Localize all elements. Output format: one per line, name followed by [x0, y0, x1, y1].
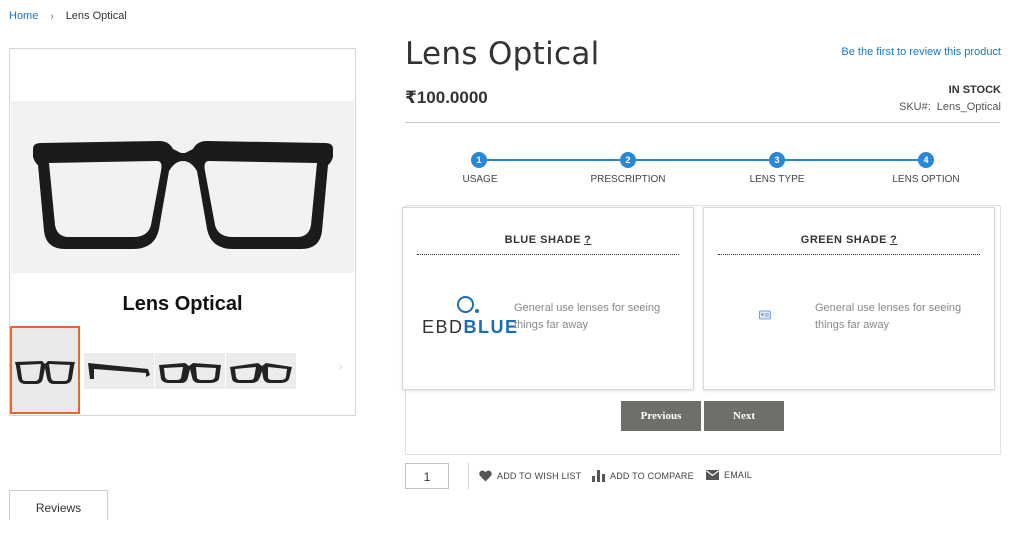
option-divider	[718, 254, 980, 255]
option-card-blue-shade[interactable]: BLUE SHADE? EBDBLUE General use lenses f…	[402, 207, 694, 390]
thumbnail-4[interactable]	[226, 353, 296, 389]
thumbnail-next-arrow[interactable]: ›	[338, 358, 343, 374]
option-card-green-shade[interactable]: GREEN SHADE? General use lenses for seei…	[703, 207, 995, 390]
option-description: General use lenses for seeing things far…	[514, 302, 661, 331]
glasses-angle-thumb-image	[159, 363, 221, 383]
product-price: ₹100.0000	[405, 88, 488, 107]
ebdblue-logo: EBDBLUE	[422, 295, 517, 340]
stock-status: IN STOCK	[948, 84, 1001, 96]
actions-divider	[468, 463, 469, 489]
compare-label: ADD TO COMPARE	[610, 471, 694, 481]
logo-dot	[475, 309, 479, 313]
step-3-dot[interactable]: 3	[769, 152, 785, 168]
option-title: GREEN SHADE?	[704, 234, 994, 246]
breadcrumb-separator: ›	[50, 10, 54, 22]
wishlist-label: ADD TO WISH LIST	[497, 471, 582, 481]
add-to-compare-link[interactable]: ADD TO COMPARE	[592, 470, 694, 482]
thumbnail-1[interactable]	[10, 326, 80, 414]
id-card-icon	[759, 310, 771, 320]
bar-chart-icon	[592, 470, 605, 482]
option-divider	[417, 254, 679, 255]
help-link[interactable]: ?	[584, 234, 591, 246]
sku: SKU#: Lens_Optical	[899, 101, 1001, 113]
step-4-label: LENS OPTION	[892, 174, 960, 185]
step-3-label: LENS TYPE	[749, 174, 805, 185]
review-link[interactable]: Be the first to review this product	[841, 46, 1001, 58]
breadcrumb-home-link[interactable]: Home	[9, 10, 38, 22]
glasses-front-thumb-image	[15, 361, 75, 384]
sku-label: SKU#:	[898, 101, 931, 113]
step-2-dot[interactable]: 2	[620, 152, 636, 168]
option-title-text: GREEN SHADE	[800, 234, 887, 246]
email-link[interactable]: EMAIL	[706, 470, 752, 480]
email-label: EMAIL	[724, 470, 753, 480]
glasses-side-thumb-image	[88, 363, 150, 379]
heart-icon	[479, 470, 492, 482]
thumbnail-2[interactable]	[84, 353, 154, 389]
step-4-dot[interactable]: 4	[918, 152, 934, 168]
breadcrumb: Home › Lens Optical	[9, 10, 127, 22]
thumbnail-strip: ›	[10, 326, 355, 414]
previous-button[interactable]: Previous	[621, 401, 701, 431]
logo-ring	[457, 296, 474, 313]
help-link[interactable]: ?	[890, 234, 897, 246]
quantity-input[interactable]: 1	[405, 463, 449, 489]
step-2-label: PRESCRIPTION	[590, 174, 666, 185]
step-connector-line	[479, 159, 926, 161]
product-gallery: Lens Optical ›	[9, 48, 356, 416]
lens-steps-progress: 1 USAGE 2 PRESCRIPTION 3 LENS TYPE 4 LEN…	[405, 150, 1000, 190]
info-divider	[405, 122, 1000, 123]
step-1-label: USAGE	[462, 174, 498, 185]
gallery-product-title: Lens Optical	[122, 293, 243, 315]
add-to-wishlist-link[interactable]: ADD TO WISH LIST	[479, 470, 581, 482]
next-button[interactable]: Next	[704, 401, 784, 431]
logo-text: EBDBLUE	[422, 317, 519, 337]
tab-reviews[interactable]: Reviews	[9, 490, 108, 520]
sku-value: Lens_Optical	[936, 101, 1001, 113]
glasses-folded-thumb-image	[230, 363, 292, 383]
option-title-text: BLUE SHADE	[504, 234, 582, 246]
envelope-icon	[706, 470, 719, 480]
step-1-dot[interactable]: 1	[471, 152, 487, 168]
glasses-image	[33, 141, 333, 249]
option-description: General use lenses for seeing things far…	[815, 302, 962, 331]
page-title: Lens Optical	[405, 36, 600, 72]
breadcrumb-current: Lens Optical	[65, 10, 127, 22]
main-product-image[interactable]	[11, 101, 354, 273]
option-title: BLUE SHADE?	[403, 234, 693, 246]
thumbnail-3[interactable]	[155, 353, 225, 389]
